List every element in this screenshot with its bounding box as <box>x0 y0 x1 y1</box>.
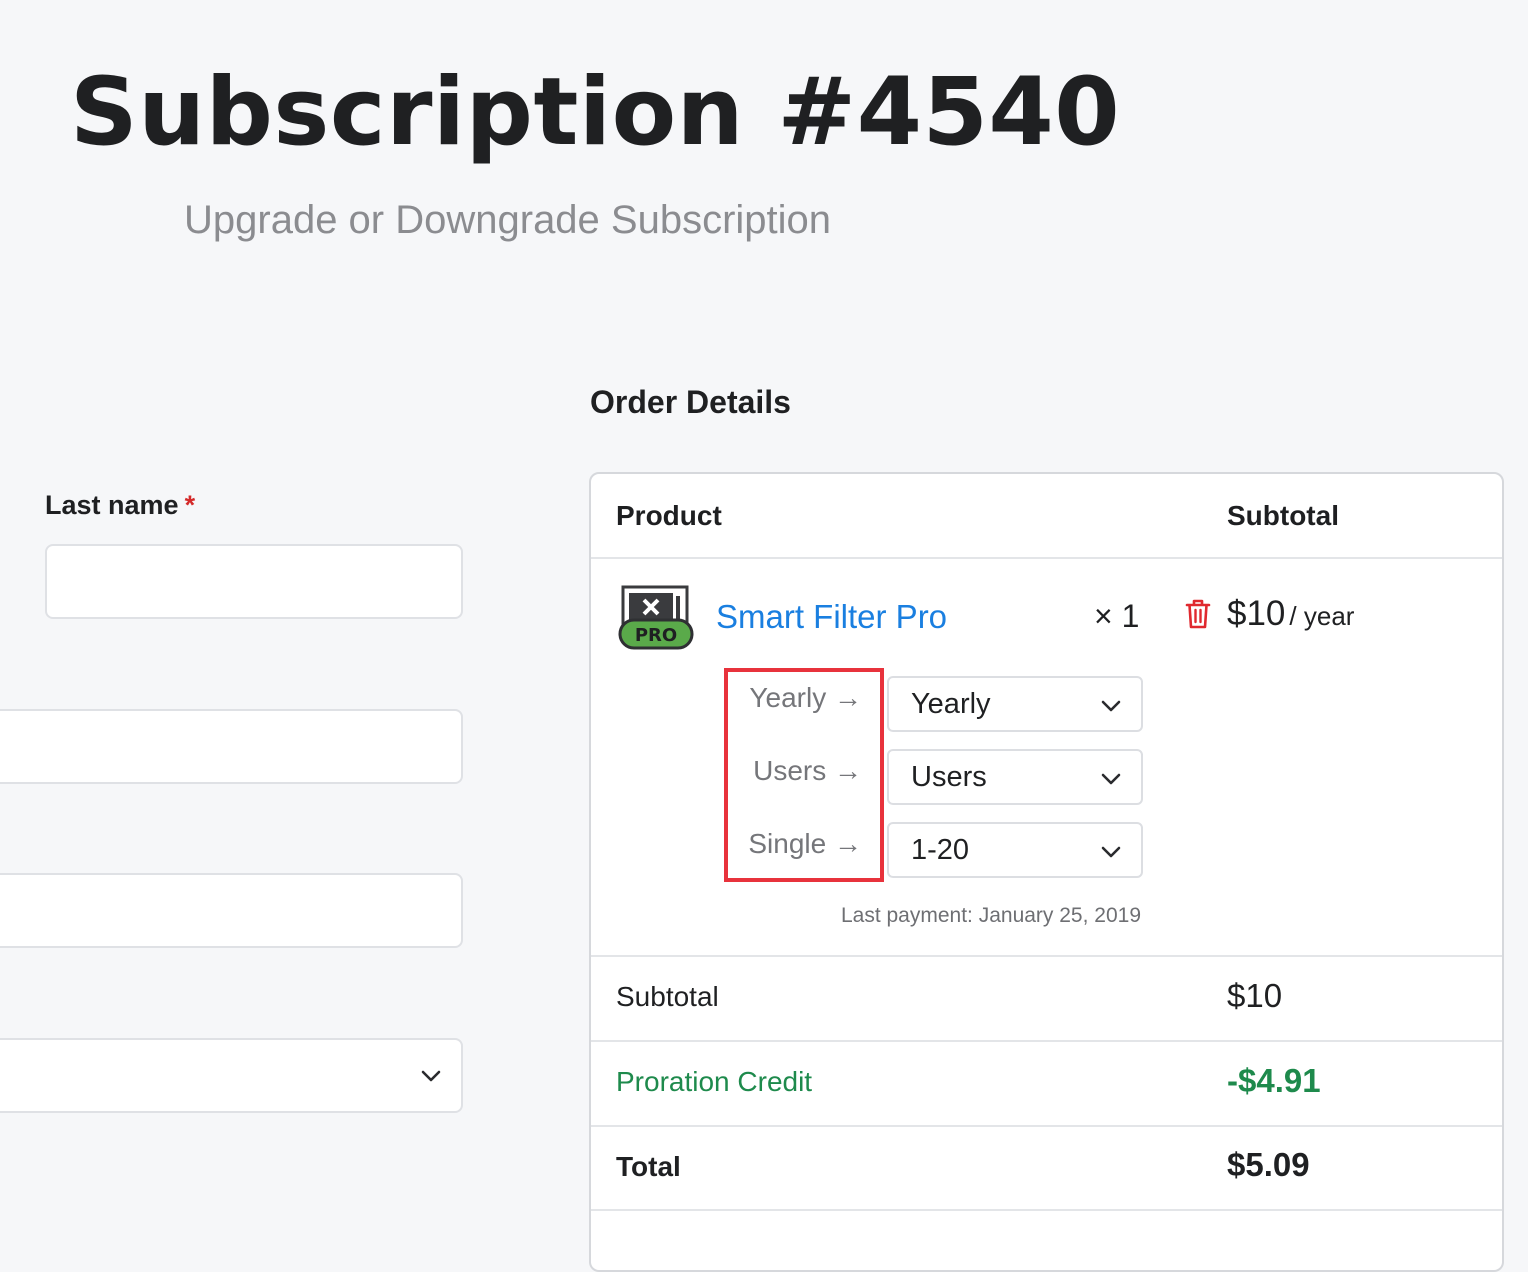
billing-period-select[interactable]: Yearly <box>887 676 1143 732</box>
divider <box>591 1040 1502 1042</box>
column-header-subtotal: Subtotal <box>1227 500 1339 531</box>
form-select[interactable] <box>0 1038 463 1113</box>
page-subtitle: Upgrade or Downgrade Subscription <box>184 198 832 242</box>
divider <box>591 557 1502 559</box>
option-label-tier: Single → <box>748 828 862 859</box>
column-header-product: Product <box>616 500 722 531</box>
product-quantity: × 1 <box>1094 598 1140 634</box>
billing-period-select-value: Yearly <box>911 688 991 720</box>
last-payment-text: Last payment: January 25, 2019 <box>840 904 1141 927</box>
product-price: $10/ year <box>1227 594 1354 634</box>
proration-credit-value: -$4.91 <box>1227 1062 1321 1099</box>
divider <box>591 955 1502 957</box>
last-name-input[interactable] <box>45 544 463 619</box>
option-label-users: Users → <box>753 755 862 786</box>
page-title: Subscription #4540 <box>70 58 1121 167</box>
subtotal-label: Subtotal <box>616 981 719 1012</box>
option-label-billing: Yearly → <box>749 682 862 713</box>
last-name-label: Last name * <box>45 490 195 521</box>
divider <box>591 1125 1502 1127</box>
order-details-card: Product Subtotal PRO Smart Filter Pro × … <box>589 472 1504 1272</box>
form-field-2-input[interactable] <box>0 709 463 784</box>
last-name-label-text: Last name <box>45 490 179 520</box>
order-details-heading: Order Details <box>590 384 791 420</box>
proration-credit-label: Proration Credit <box>616 1066 813 1097</box>
product-price-period: / year <box>1289 601 1355 631</box>
total-value: $5.09 <box>1227 1146 1310 1183</box>
user-tier-select-value: 1-20 <box>911 834 970 866</box>
users-select-value: Users <box>911 761 987 793</box>
form-field-3-input[interactable] <box>0 873 463 948</box>
trash-icon[interactable] <box>1184 598 1212 630</box>
subtotal-value: $10 <box>1227 977 1283 1014</box>
chevron-down-icon <box>1101 846 1121 858</box>
pro-badge-text: PRO <box>635 625 677 646</box>
product-price-amount: $10 <box>1227 594 1286 633</box>
total-label: Total <box>616 1151 681 1182</box>
chevron-down-icon <box>1101 773 1121 785</box>
product-pro-icon: PRO <box>618 585 694 650</box>
chevron-down-icon <box>421 1070 441 1082</box>
required-mark: * <box>184 490 196 520</box>
users-select[interactable]: Users <box>887 749 1143 805</box>
product-name-link[interactable]: Smart Filter Pro <box>716 598 947 636</box>
chevron-down-icon <box>1101 700 1121 712</box>
divider <box>591 1209 1502 1211</box>
user-tier-select[interactable]: 1-20 <box>887 822 1143 878</box>
